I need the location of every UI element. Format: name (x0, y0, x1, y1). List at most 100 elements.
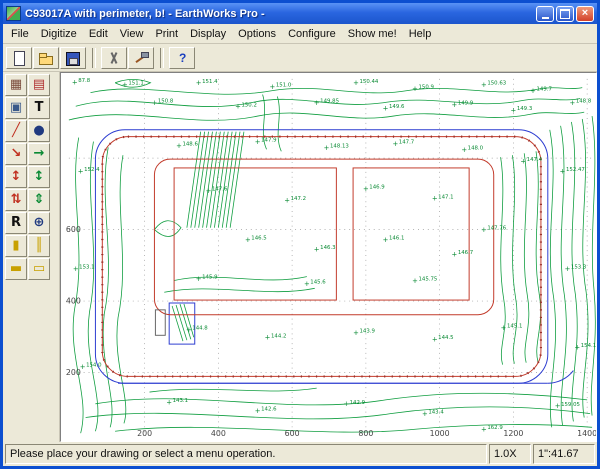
svg-text:152.47: 152.47 (566, 167, 585, 173)
svg-text:+: + (343, 400, 349, 408)
svg-text:+: + (353, 79, 359, 87)
svg-text:148.6: 148.6 (182, 141, 198, 147)
svg-text:148.0: 148.0 (468, 145, 484, 151)
svg-text:+: + (245, 236, 251, 244)
menu-item-show-me[interactable]: Show me! (342, 26, 403, 42)
svg-text:+: + (574, 344, 580, 352)
slope-hatch-lines (171, 131, 245, 342)
menu-item-display[interactable]: Display (184, 26, 232, 42)
point-tool-button[interactable]: ● (28, 120, 50, 142)
drawing-scale: 1":41.67 (533, 444, 595, 464)
cut-fill-tool-button[interactable]: ⇅ (5, 189, 27, 211)
svg-text:+: + (565, 265, 571, 273)
svg-text:147.9: 147.9 (261, 138, 277, 144)
fill-tool-button[interactable]: ↕ (28, 166, 50, 188)
open-folder-button[interactable] (33, 46, 59, 69)
help-button[interactable] (169, 46, 195, 69)
svg-text:146.5: 146.5 (251, 235, 266, 241)
svg-text:+: + (383, 105, 389, 113)
bar-tool-icon: ▬ (9, 261, 23, 276)
svg-text:+: + (481, 81, 487, 89)
window-title: C93017A with perimeter, b! - EarthWorks … (25, 7, 265, 20)
minimize-icon (541, 16, 549, 19)
plan-grid-tool-button[interactable]: ▦ (5, 74, 27, 96)
toolbar-separator (160, 47, 164, 68)
svg-text:87.8: 87.8 (78, 78, 91, 84)
svg-text:151.1: 151.1 (128, 81, 143, 87)
save-icon (65, 50, 81, 66)
svg-text:+: + (412, 277, 418, 285)
svg-text:150.63: 150.63 (487, 81, 506, 87)
close-button[interactable]: × (576, 5, 594, 22)
cut-fill-tool-icon: ⇅ (10, 192, 22, 207)
balance-tool-icon: ⇕ (33, 192, 45, 207)
minimize-button[interactable] (536, 5, 554, 22)
svg-text:143.9: 143.9 (359, 328, 375, 334)
zoom-tool-button[interactable]: ⊕ (28, 212, 50, 234)
tools-button[interactable] (128, 46, 154, 69)
report-tool-button[interactable]: R (5, 212, 27, 234)
svg-text:1200: 1200 (503, 429, 523, 438)
svg-text:147.7: 147.7 (399, 139, 414, 145)
pencil-tool-icon: ╱ (12, 123, 20, 138)
balance-tool-button[interactable]: ⇕ (28, 189, 50, 211)
svg-text:148.8: 148.8 (576, 98, 592, 104)
svg-text:144.5: 144.5 (438, 335, 453, 341)
direction-tool-button[interactable]: → (28, 143, 50, 165)
column-tool-icon: ▮ (12, 238, 20, 253)
svg-text:152.4: 152.4 (84, 167, 100, 173)
svg-text:146.3: 146.3 (320, 245, 335, 251)
svg-text:+: + (166, 398, 172, 406)
cut-tool-button[interactable]: ↕ (5, 166, 27, 188)
close-icon: × (581, 7, 589, 19)
menu-item-digitize[interactable]: Digitize (35, 26, 83, 42)
column-tool-button[interactable]: ▮ (5, 235, 27, 257)
svg-text:600: 600 (285, 429, 300, 438)
svg-text:+: + (452, 251, 458, 259)
new-document-button[interactable] (6, 46, 32, 69)
menu-item-file[interactable]: File (5, 26, 35, 42)
save-button[interactable] (60, 46, 86, 69)
section-tool-button[interactable]: ▣ (5, 97, 27, 119)
outline-bar-tool-icon: ▭ (32, 261, 46, 276)
columns-tool-button[interactable]: ║ (28, 235, 50, 257)
svg-text:+: + (235, 103, 241, 111)
svg-text:+: + (152, 99, 158, 107)
slope-arrow-tool-button[interactable]: ↘ (5, 143, 27, 165)
svg-text:150.9: 150.9 (418, 85, 434, 91)
site-plan-drawing[interactable]: 200 400 600 800 1000 1200 1400 600 400 200 +87.8… (61, 73, 596, 441)
svg-text:+: + (432, 336, 438, 344)
svg-text:+: + (452, 101, 458, 109)
menu-item-help[interactable]: Help (403, 26, 438, 42)
svg-text:149.6: 149.6 (389, 104, 405, 110)
svg-text:146.9: 146.9 (369, 184, 385, 190)
svg-text:148.13: 148.13 (330, 143, 349, 149)
menu-item-view[interactable]: View (114, 26, 150, 42)
svg-text:+: + (530, 87, 536, 95)
menu-item-options[interactable]: Options (232, 26, 282, 42)
menu-item-print[interactable]: Print (149, 26, 184, 42)
svg-text:+: + (80, 363, 86, 371)
svg-text:+: + (176, 142, 182, 150)
menu-item-configure[interactable]: Configure (282, 26, 342, 42)
profile-tool-button[interactable]: ▤ (28, 74, 50, 96)
svg-text:147.4: 147.4 (527, 157, 543, 163)
svg-text:+: + (383, 236, 389, 244)
cut-button[interactable] (101, 46, 127, 69)
svg-text:147.1: 147.1 (438, 194, 453, 200)
pencil-tool-button[interactable]: ╱ (5, 120, 27, 142)
svg-text:+: + (501, 324, 507, 332)
svg-text:145.6: 145.6 (310, 279, 326, 285)
svg-text:149.85: 149.85 (320, 98, 339, 104)
app-icon (6, 6, 21, 21)
zoom-level: 1.0X (489, 444, 531, 464)
menu-item-edit[interactable]: Edit (83, 26, 114, 42)
svg-text:145.9: 145.9 (202, 275, 218, 281)
maximize-button[interactable] (556, 5, 574, 22)
svg-text:+: + (481, 226, 487, 234)
svg-text:+: + (412, 85, 418, 93)
text-tool-button[interactable]: T (28, 97, 50, 119)
svg-text:400: 400 (66, 297, 81, 306)
outline-bar-tool-button[interactable]: ▭ (28, 258, 50, 280)
bar-tool-button[interactable]: ▬ (5, 258, 27, 280)
